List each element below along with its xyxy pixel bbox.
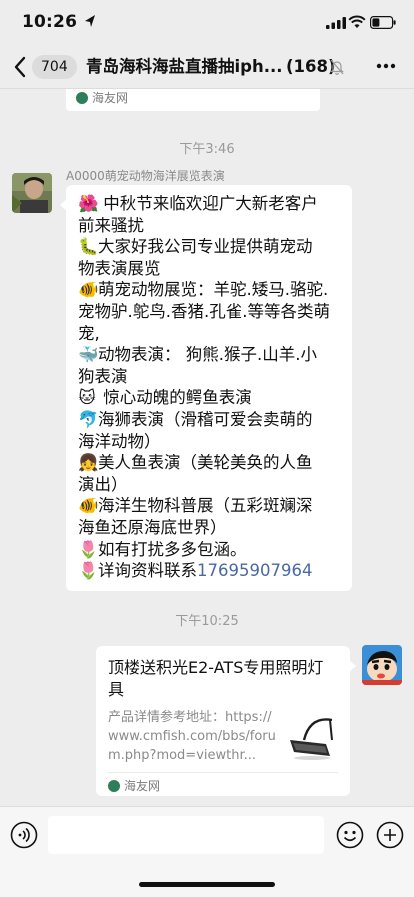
message-text: 美人鱼表演（美轮美奂的人鱼 (98, 453, 313, 473)
message-text: 海洋生物科普展（五彩斑斓深 (98, 496, 313, 516)
sender-name: A0000萌宠动物海洋展览表演 (66, 169, 225, 183)
message-line: 🐬海狮表演（滑稽可爱会卖萌的 (78, 409, 342, 431)
emoji-glyph: 🐱 (78, 388, 96, 408)
message-text: 前来骚扰 (78, 215, 144, 235)
message-bubble[interactable]: 🌺 中秋节来临欢迎广大新老客户 前来骚扰 🐛大家好我公司专业提供萌宠动 物表演展览 🐠萌… (60, 185, 352, 591)
message-text: 宠物驴.鸵鸟.香猪.孔雀.等等各类萌 (78, 301, 330, 321)
message-line: 物表演展览 (78, 258, 342, 280)
message-text: 演出） (78, 474, 128, 494)
message-line: 🐠海洋生物科普展（五彩斑斓深 (78, 495, 342, 517)
message-line: 🌺 中秋节来临欢迎广大新老客户 (78, 193, 342, 215)
signal-icon (326, 17, 346, 29)
emoji-glyph: 🐳 (78, 345, 99, 365)
message-line: 👧美人鱼表演（美轮美奂的人鱼 (78, 452, 342, 474)
message-line: 海鱼还原海底世界） (78, 517, 342, 539)
source-logo-icon (76, 92, 88, 104)
location-arrow-icon (85, 15, 95, 27)
emoji-glyph: 🌺 (78, 194, 99, 213)
status-time: 10:26 (22, 12, 78, 32)
timestamp: 下午10:25 (175, 614, 239, 629)
home-indicator (139, 882, 275, 887)
message-text: 宠, (78, 323, 100, 343)
message-text: 海洋动物） (78, 431, 161, 451)
emoji-glyph: 🐬 (78, 409, 99, 429)
emoji-glyph: 🐠 (78, 280, 99, 300)
message-line: 🌷详询资料联系17695907964 (78, 560, 342, 582)
mute-bell-icon (330, 59, 344, 75)
unread-count-badge[interactable]: 704 (32, 55, 77, 79)
message-text: 惊心动魄的鳄鱼表演 (98, 388, 252, 408)
message-text: 海鱼还原海底世界） (78, 517, 227, 537)
message-text: 中秋节来临欢迎广大新老客户 (98, 194, 318, 213)
message-line: 海洋动物） (78, 431, 342, 453)
emoji-glyph: 🐠 (78, 496, 99, 516)
message-line: 宠物驴.鸵鸟.香猪.孔雀.等等各类萌 (78, 301, 342, 323)
emoji-glyph: 🌷 (78, 561, 99, 581)
emoji-glyph: 🌷 (78, 539, 99, 559)
message-line: 🐛大家好我公司专业提供萌宠动 (78, 236, 342, 258)
previous-link-card[interactable]: 海友网 (66, 89, 320, 111)
message-line: 宠, (78, 323, 342, 345)
message-line: 🐠萌宠动物展览：羊驼.矮马.骆驼. (78, 279, 342, 301)
avatar-photo-icon (12, 173, 52, 213)
link-card-divider (108, 772, 338, 773)
my-avatar[interactable] (362, 645, 402, 685)
chat-header: 704 青岛海科海盐直播抽iph... (168) (0, 46, 414, 89)
message-text: 详询资料联系 (98, 561, 197, 581)
voice-icon[interactable] (10, 821, 38, 849)
sender-avatar[interactable] (12, 173, 52, 213)
message-line: 🐳动物表演： 狗熊.猴子.山羊.小 (78, 344, 342, 366)
message-line: 演出） (78, 474, 342, 496)
member-count: (168) (286, 57, 336, 76)
more-dots-icon[interactable] (376, 58, 396, 74)
source-logo-icon (108, 780, 120, 792)
message-text: 狗表演 (78, 366, 128, 386)
link-card-title: 顶楼送积光E2-ATS专用照明灯具 (108, 658, 324, 699)
message-input[interactable] (48, 816, 324, 854)
status-bar: 10:26 (0, 0, 414, 46)
message-line: 🐱 惊心动魄的鳄鱼表演 (78, 387, 342, 409)
lamp-thumbnail-icon (282, 710, 338, 766)
wifi-icon (348, 15, 366, 28)
message-text: 如有打扰多多包涵。 (98, 539, 247, 559)
cartoon-avatar-icon (362, 645, 402, 685)
message-line: 🌷如有打扰多多包涵。 (78, 539, 342, 561)
source-label: 海友网 (92, 91, 129, 105)
source-label: 海友网 (124, 779, 161, 793)
emoji-glyph: 👧 (78, 453, 99, 473)
message-line: 狗表演 (78, 366, 342, 388)
link-card[interactable]: 顶楼送积光E2-ATS专用照明灯具 产品详情参考地址：https://www.c… (96, 646, 356, 796)
link-card-source: 海友网 (76, 89, 128, 106)
chat-messages[interactable]: 海友网 下午3:46 A0000萌宠动物海洋展览表演 🌺 中秋节来临欢迎广大新老… (0, 89, 414, 806)
message-text: 大家好我公司专业提供萌宠动 (98, 237, 313, 257)
phone-link[interactable]: 17695907964 (197, 561, 312, 580)
link-card-source: 海友网 (108, 777, 160, 794)
message-text: 物表演展览 (78, 258, 161, 278)
message-text: 萌宠动物展览：羊驼.矮马.骆驼. (98, 280, 329, 300)
message-text: 海狮表演（滑稽可爱会卖萌的 (98, 409, 313, 429)
battery-icon (370, 16, 396, 29)
link-card-description: 产品详情参考地址：https://www.cmfish.com/bbs/foru… (108, 710, 276, 763)
emoji-icon[interactable] (336, 821, 364, 849)
message-line: 前来骚扰 (78, 215, 342, 237)
back-chevron-icon[interactable] (12, 55, 28, 79)
emoji-glyph: 🐛 (78, 237, 99, 257)
plus-icon[interactable] (376, 821, 404, 849)
timestamp: 下午3:46 (179, 142, 235, 157)
message-text: 动物表演： 狗熊.猴子.山羊.小 (98, 345, 317, 365)
